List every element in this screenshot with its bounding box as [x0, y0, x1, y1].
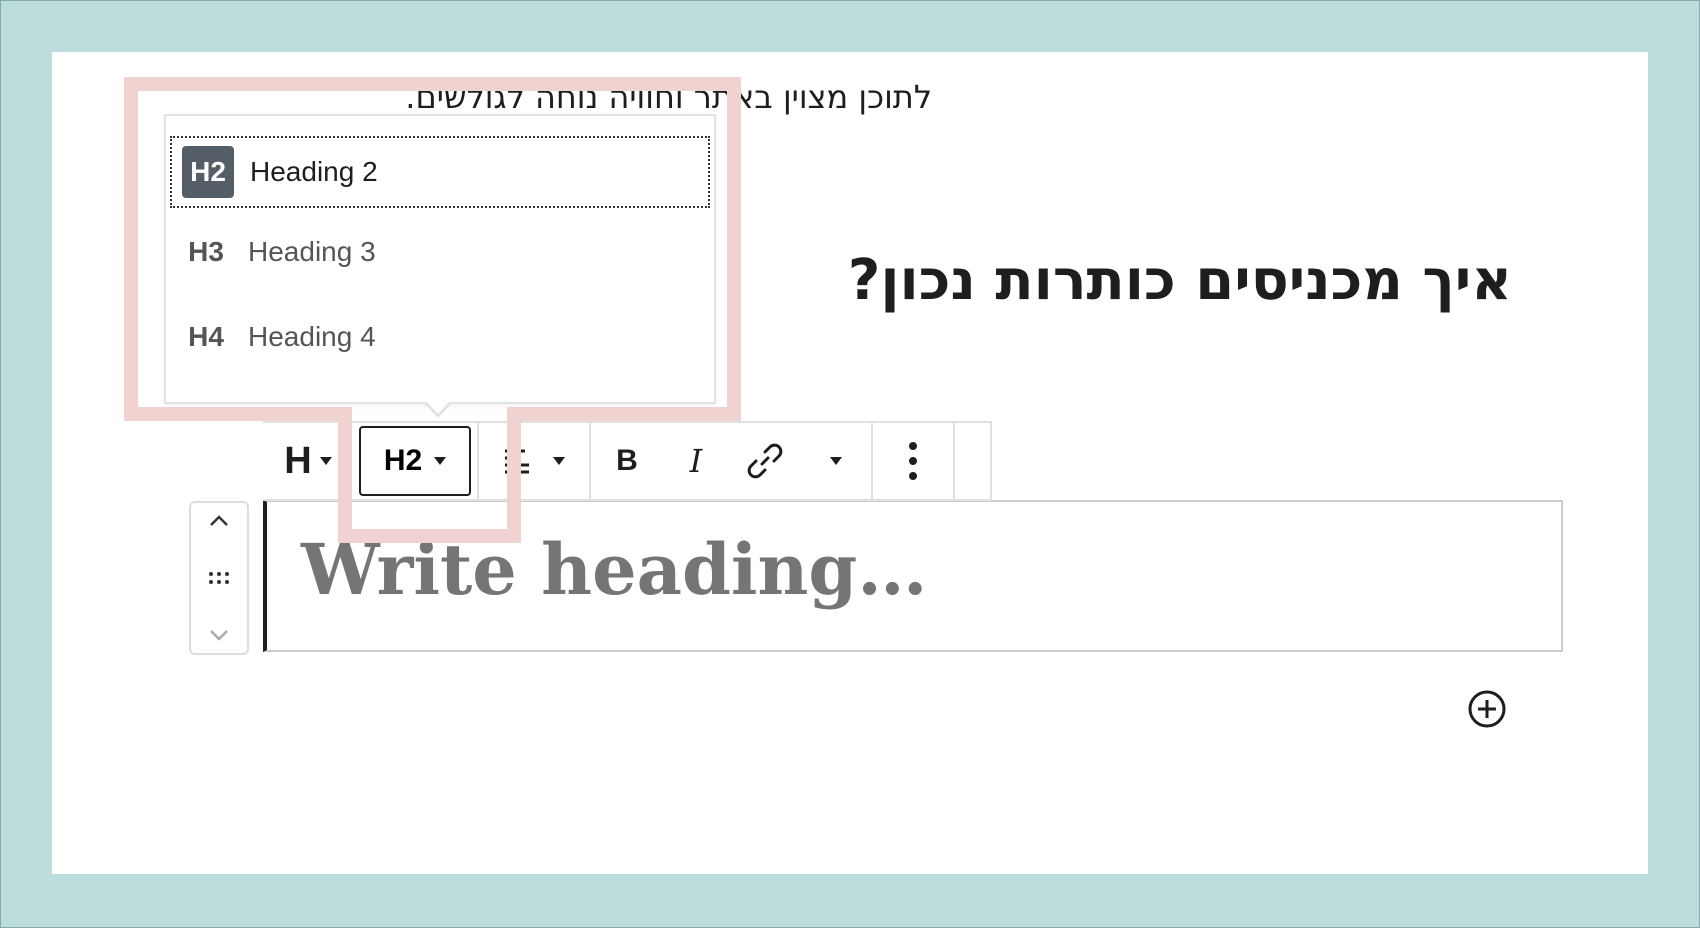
block-type-group: H H2	[263, 423, 479, 499]
align-left-icon	[505, 449, 529, 474]
caret-down-icon	[553, 457, 565, 465]
menu-item-label: Heading 3	[248, 236, 376, 267]
align-button[interactable]	[479, 423, 589, 499]
block-toolbar: H H2 B I	[263, 421, 992, 501]
heading-level-menu: H2 Heading 2 H3 Heading 3 H4 Heading 4	[164, 114, 716, 418]
heading-2-icon: H2	[182, 146, 234, 198]
caret-down-icon	[434, 457, 447, 465]
caret-down-icon	[830, 457, 842, 465]
link-icon	[747, 443, 783, 479]
drag-handle-icon[interactable]	[207, 570, 231, 586]
heading-level-label: H2	[383, 444, 423, 477]
chevron-down-icon[interactable]	[207, 627, 231, 643]
menu-item-heading-4[interactable]: H4 Heading 4	[170, 301, 710, 373]
more-options-button[interactable]	[873, 423, 953, 499]
vertical-ellipsis-icon	[909, 442, 917, 480]
paragraph-block[interactable]: לתוכן מצוין באתר וחוויה נוחה לגולשים.	[292, 78, 932, 116]
heading-block-icon: H	[284, 439, 312, 482]
menu-pointer	[424, 401, 452, 418]
align-group	[479, 423, 591, 499]
options-group	[873, 423, 955, 499]
menu-item-heading-2[interactable]: H2 Heading 2	[170, 136, 710, 208]
italic-button[interactable]: I	[663, 423, 729, 499]
block-mover	[189, 501, 249, 655]
heading-placeholder: Write heading…	[301, 528, 928, 611]
heading-3-icon: H3	[188, 236, 224, 267]
bold-button[interactable]: B	[591, 423, 663, 499]
format-group: B I	[591, 423, 873, 499]
heading-level-dropdown[interactable]: H2	[359, 426, 471, 496]
add-block-icon[interactable]	[1466, 688, 1508, 730]
heading-4-icon: H4	[188, 321, 224, 352]
heading-block[interactable]: Write heading…	[263, 500, 1563, 652]
existing-heading-block[interactable]: איך מכניסים כותרות נכון?	[612, 248, 1512, 313]
caret-down-icon	[319, 457, 332, 465]
more-formats-button[interactable]	[801, 423, 871, 499]
menu-item-label: Heading 4	[248, 321, 376, 352]
menu-item-label: Heading 2	[250, 156, 378, 187]
menu-item-heading-3[interactable]: H3 Heading 3	[170, 216, 710, 288]
editor-canvas: לתוכן מצוין באתר וחוויה נוחה לגולשים. אי…	[52, 52, 1648, 874]
link-button[interactable]	[729, 423, 801, 499]
block-type-button[interactable]: H	[263, 423, 353, 499]
chevron-up-icon[interactable]	[207, 513, 231, 529]
